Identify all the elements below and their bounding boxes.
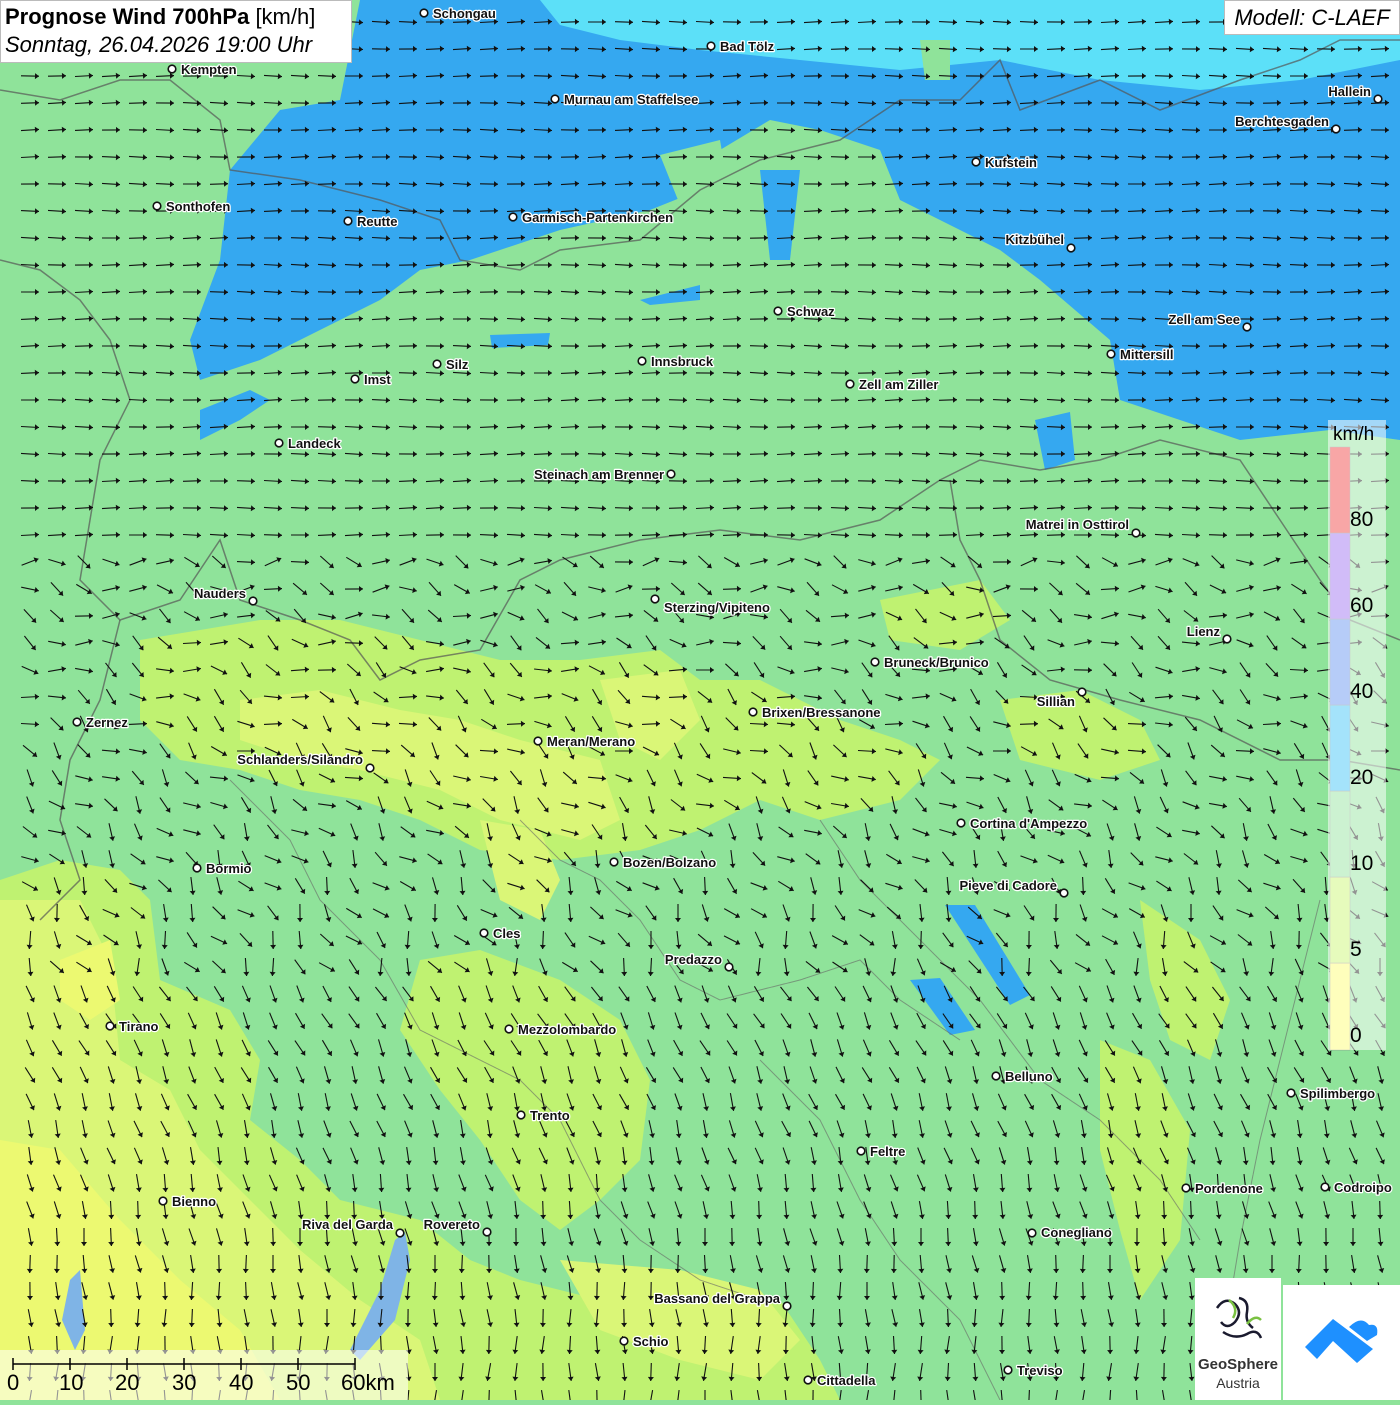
wind-map: SchongauBad TölzKemptenMurnau am Staffel…	[0, 0, 1400, 1400]
